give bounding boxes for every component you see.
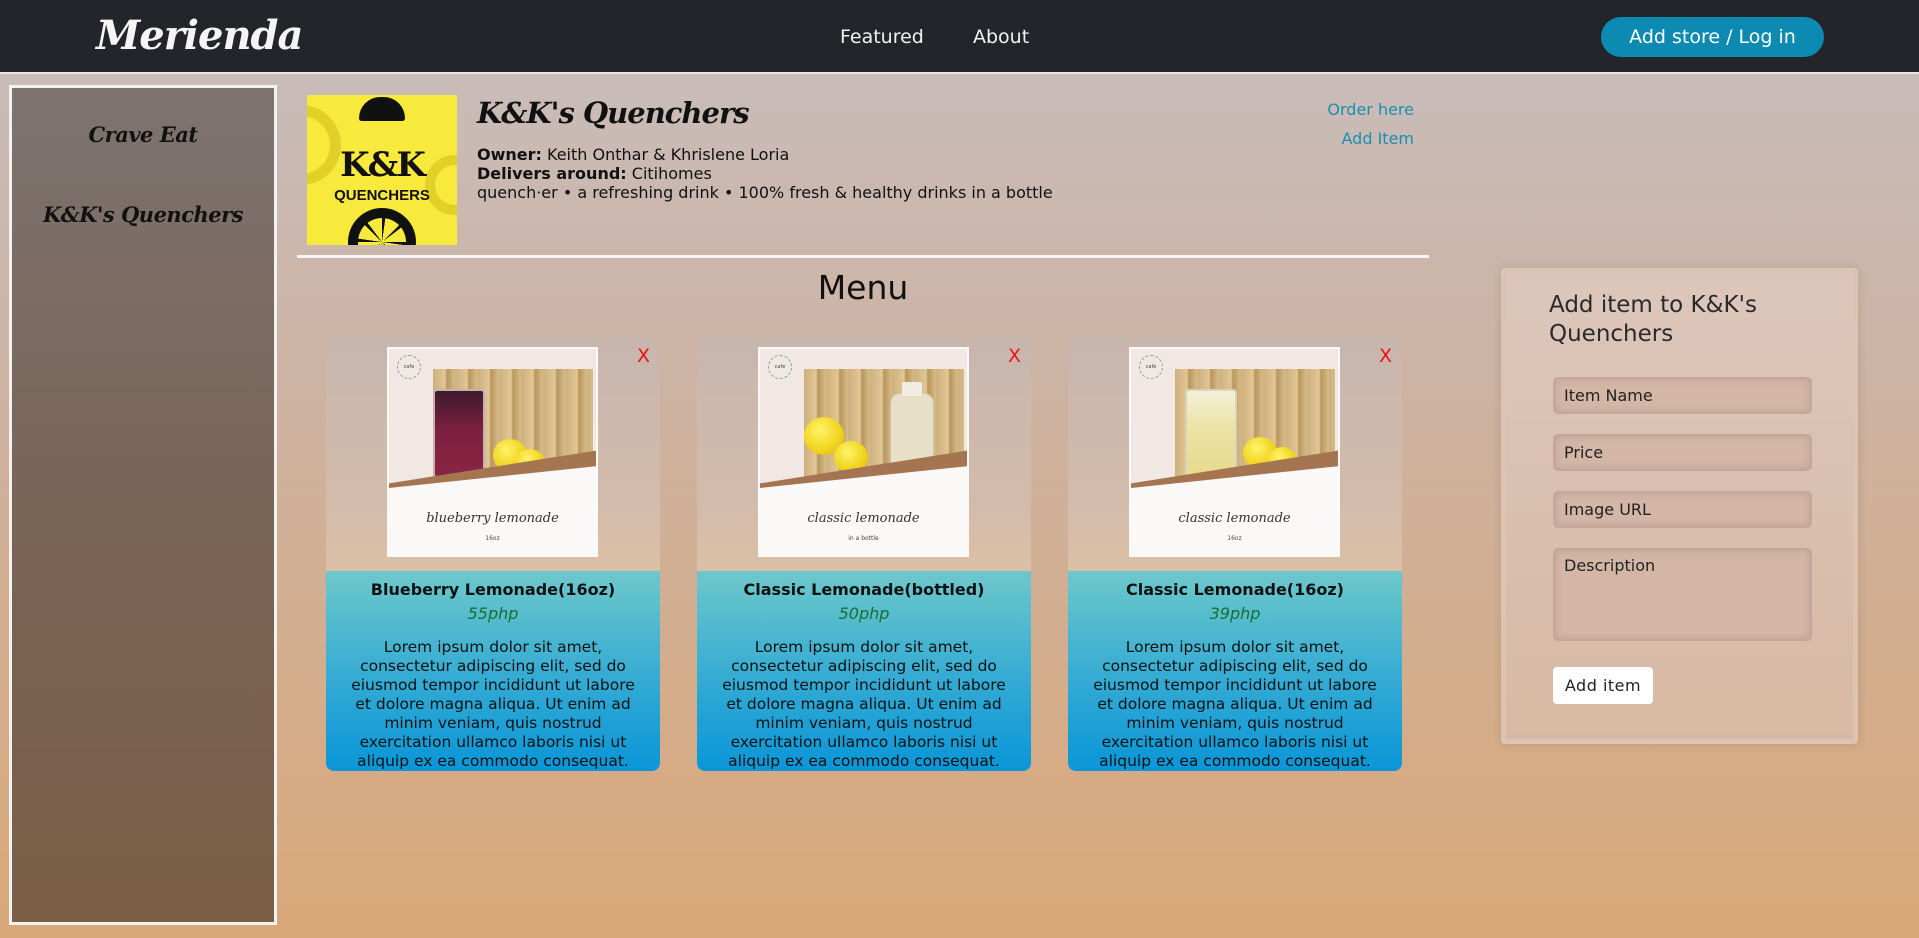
delete-item-button[interactable]: X [1379,345,1392,367]
menu-item-card: cafe classic lemonade in a bottle X Clas… [697,337,1031,771]
store-delivery-area: Delivers around: Citihomes [477,164,712,183]
add-store-login-button[interactable]: Add store / Log in [1601,17,1824,57]
cafe-badge: cafe [1139,355,1163,379]
menu-item-card: cafe blueberry lemonade 16oz X Blueberry… [326,337,660,771]
owner-label: Owner: [477,145,542,164]
add-item-submit-button[interactable]: Add item [1553,667,1653,704]
menu-item-name: Blueberry Lemonade(16oz) [370,580,616,599]
item-name-input[interactable] [1553,377,1812,414]
store-logo-monogram: K&K [340,145,426,185]
lemon-slice-icon [348,208,416,245]
menu-item-image: cafe classic lemonade in a bottle [758,347,969,557]
delivers-label: Delivers around: [477,164,627,183]
add-item-form: Add item to K&K's Quenchers Add item [1501,268,1858,744]
nav-about-link[interactable]: About [973,26,1029,48]
header-divider [297,255,1429,258]
delivers-value: Citihomes [631,164,712,183]
store-logo-wordmark: QUENCHERS [334,187,430,204]
cafe-badge: cafe [397,355,421,379]
nav-featured-link[interactable]: Featured [840,26,924,48]
description-textarea[interactable] [1553,548,1812,641]
cafe-badge: cafe [768,355,792,379]
store-logo-image: K&K QUENCHERS [307,95,457,245]
menu-item-name: Classic Lemonade(bottled) [743,580,985,599]
menu-item-description: Lorem ipsum dolor sit amet, consectetur … [722,638,1006,770]
image-caption: classic lemonade [1178,511,1291,526]
menu-item-price: 39php [1209,604,1261,623]
order-here-link[interactable]: Order here [1327,100,1414,119]
menu-item-description: Lorem ipsum dolor sit amet, consectetur … [351,638,635,770]
top-navbar: Merienda Featured About Add store / Log … [0,0,1919,74]
image-url-input[interactable] [1553,491,1812,528]
add-item-link[interactable]: Add Item [1342,129,1414,148]
image-caption: classic lemonade [807,511,920,526]
image-caption: blueberry lemonade [426,511,559,526]
delete-item-button[interactable]: X [637,345,650,367]
menu-item-card: cafe classic lemonade 16oz X Classic Lem… [1068,337,1402,771]
owner-value: Keith Onthar & Khrislene Loria [547,145,790,164]
sidebar-item-crave-eat[interactable]: Crave Eat [12,122,274,147]
menu-item-description: Lorem ipsum dolor sit amet, consectetur … [1093,638,1377,770]
sidebar-item-kk-quenchers[interactable]: K&K's Quenchers [12,202,274,227]
menu-item-price: 50php [838,604,890,623]
menu-item-price: 55php [467,604,519,623]
store-owner: Owner: Keith Onthar & Khrislene Loria [477,145,789,164]
store-name: K&K's Quenchers [477,96,750,130]
image-subcaption: in a bottle [848,535,879,542]
menu-item-image: cafe blueberry lemonade 16oz [387,347,598,557]
price-input[interactable] [1553,434,1812,471]
store-sidebar: Crave Eat K&K's Quenchers [9,85,277,925]
store-description: quench·er • a refreshing drink • 100% fr… [477,183,1053,202]
menu-item-image: cafe classic lemonade 16oz [1129,347,1340,557]
menu-heading: Menu [817,268,909,307]
menu-item-name: Classic Lemonade(16oz) [1125,580,1344,599]
add-item-form-title: Add item to K&K's Quenchers [1549,292,1757,347]
image-subcaption: 16oz [1227,535,1242,542]
delete-item-button[interactable]: X [1008,345,1021,367]
image-subcaption: 16oz [485,535,500,542]
app-logo[interactable]: Merienda [96,12,303,59]
